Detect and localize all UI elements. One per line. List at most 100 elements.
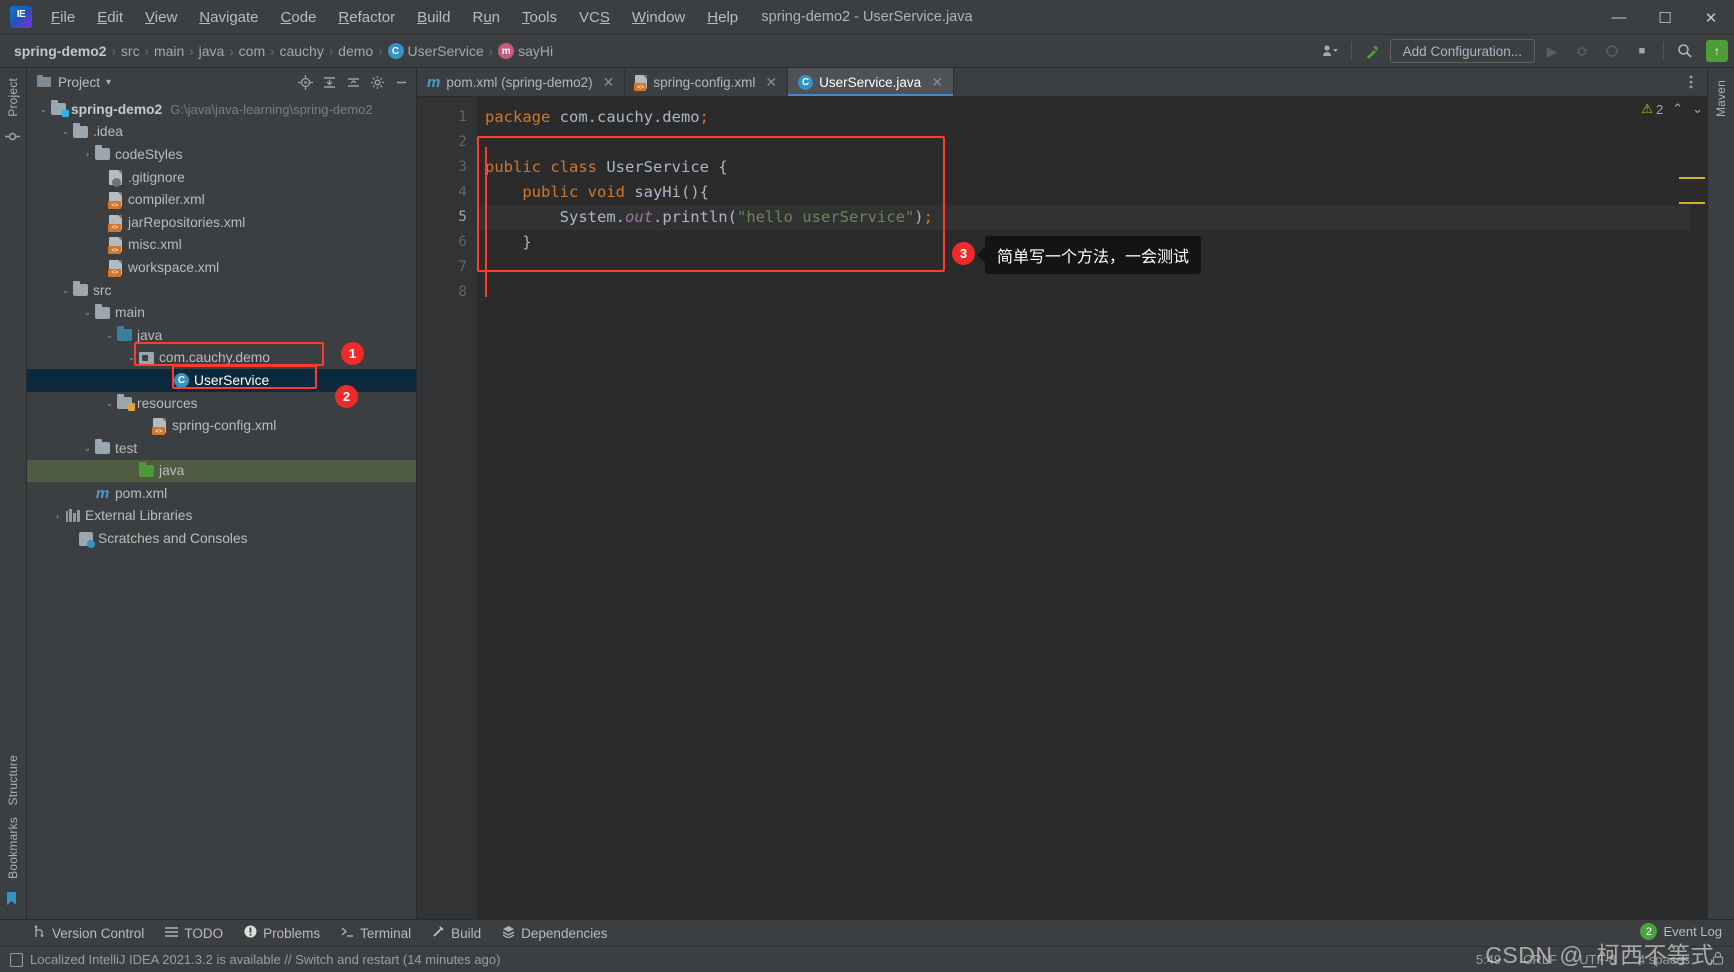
close-icon[interactable]: ✕ — [765, 74, 777, 91]
tree-row-src[interactable]: ⌄ src — [27, 279, 416, 302]
menu-code[interactable]: Code — [270, 5, 328, 30]
hammer-icon[interactable] — [1360, 39, 1386, 63]
close-icon[interactable]: ✕ — [931, 74, 943, 91]
stop-button[interactable]: ■ — [1629, 39, 1655, 63]
commit-icon[interactable] — [5, 129, 21, 145]
status-message-group[interactable]: Localized IntelliJ IDEA 2021.3.2 is avai… — [10, 952, 500, 967]
line-separator[interactable]: CRLF — [1523, 952, 1557, 967]
caret-position[interactable]: 5:49 — [1476, 952, 1501, 967]
breadcrumb-item-main[interactable]: main — [154, 43, 184, 59]
tree-row-spring-config-xml[interactable]: <> spring-config.xml — [27, 414, 416, 437]
rail-item-maven[interactable]: Maven — [1714, 74, 1728, 123]
chevron-down-icon[interactable]: ⌄ — [81, 443, 94, 454]
breadcrumb-item-demo[interactable]: demo — [338, 43, 373, 59]
tool-button-version-control[interactable]: Version Control — [32, 925, 144, 941]
coverage-button[interactable] — [1599, 39, 1625, 63]
update-available-icon[interactable]: ↑ — [1706, 40, 1728, 62]
tab-userservice-java[interactable]: C UserService.java ✕ — [788, 68, 954, 96]
tree-row-pom-xml[interactable]: m pom.xml — [27, 482, 416, 505]
menu-window[interactable]: Window — [621, 5, 696, 30]
breadcrumb-item-src[interactable]: src — [121, 43, 140, 59]
expand-all-icon[interactable] — [321, 74, 338, 91]
menu-file[interactable]: File — [40, 5, 86, 30]
chevron-down-icon[interactable]: ⌄ — [125, 352, 138, 363]
chevron-down-icon[interactable]: ⌄ — [103, 330, 116, 341]
event-log-button[interactable]: 2 Event Log — [1640, 923, 1722, 940]
chevron-down-icon[interactable]: ⌄ — [1692, 101, 1703, 117]
chevron-down-icon[interactable]: ⌄ — [103, 398, 116, 409]
rail-item-bookmarks[interactable]: Bookmarks — [6, 811, 20, 885]
chevron-down-icon[interactable]: ⌄ — [81, 307, 94, 318]
chevron-right-icon[interactable]: › — [81, 149, 94, 159]
status-message[interactable]: Localized IntelliJ IDEA 2021.3.2 is avai… — [30, 952, 500, 967]
tool-button-todo[interactable]: TODO — [164, 926, 223, 941]
warning-marker[interactable] — [1679, 177, 1705, 179]
tree-row-scratches-and-consoles[interactable]: Scratches and Consoles — [27, 527, 416, 550]
tree-row-userservice[interactable]: C UserService — [27, 369, 416, 392]
breadcrumb-item-com[interactable]: com — [239, 43, 265, 59]
editor-viewport[interactable]: 1 2 3 4 5 6 7 8 package com.cauchy.demo;… — [417, 97, 1707, 919]
menu-edit[interactable]: Edit — [86, 5, 134, 30]
lock-icon[interactable] — [1712, 951, 1724, 968]
warning-marker[interactable] — [1679, 202, 1705, 204]
rail-item-project[interactable]: Project — [6, 72, 20, 123]
tab-pom-xml[interactable]: m pom.xml (spring-demo2) ✕ — [417, 68, 626, 96]
tree-row-jarrepositories-xml[interactable]: <> jarRepositories.xml — [27, 211, 416, 234]
run-button[interactable]: ▶ — [1539, 39, 1565, 63]
chevron-down-icon[interactable]: ⌄ — [37, 104, 50, 115]
project-tree[interactable]: ⌄ spring-demo2 G:\java\java-learning\spr… — [27, 97, 416, 919]
chevron-down-icon[interactable]: ▾ — [106, 77, 111, 88]
tool-button-dependencies[interactable]: Dependencies — [501, 925, 607, 941]
tree-row-idea[interactable]: ⌄ .idea — [27, 121, 416, 144]
tab-spring-config-xml[interactable]: <> spring-config.xml ✕ — [625, 68, 789, 96]
tree-row-workspace-xml[interactable]: <> workspace.xml — [27, 256, 416, 279]
tab-options-button[interactable] — [1683, 68, 1707, 96]
tree-row-gitignore[interactable]: .gitignore — [27, 166, 416, 189]
chevron-up-icon[interactable]: ⌃ — [1672, 101, 1683, 117]
menu-navigate[interactable]: Navigate — [188, 5, 269, 30]
tree-row-test[interactable]: ⌄ test — [27, 437, 416, 460]
tree-row-java-test[interactable]: java — [27, 459, 416, 483]
locate-icon[interactable] — [297, 74, 314, 91]
tree-row-compiler-xml[interactable]: <> compiler.xml — [27, 188, 416, 211]
tree-row-misc-xml[interactable]: <> misc.xml — [27, 234, 416, 257]
chevron-right-icon[interactable]: › — [51, 511, 64, 521]
tool-button-terminal[interactable]: Terminal — [340, 926, 411, 941]
breadcrumb-item-java[interactable]: java — [199, 43, 225, 59]
user-dropdown-icon[interactable] — [1317, 39, 1343, 63]
project-panel-title-group[interactable]: Project ▾ — [37, 74, 111, 91]
tree-row-main[interactable]: ⌄ main — [27, 301, 416, 324]
bookmark-icon[interactable] — [5, 891, 21, 907]
menu-refactor[interactable]: Refactor — [327, 5, 406, 30]
menu-vcs[interactable]: VCS — [568, 5, 621, 30]
search-icon[interactable] — [1672, 39, 1698, 63]
tool-button-problems[interactable]: Problems — [243, 925, 320, 941]
menu-run[interactable]: Run — [461, 5, 511, 30]
minimize-button[interactable]: — — [1596, 0, 1642, 35]
gear-icon[interactable] — [369, 74, 386, 91]
collapse-all-icon[interactable] — [345, 74, 362, 91]
hide-panel-icon[interactable] — [393, 74, 410, 91]
breadcrumb-method-sayhi[interactable]: sayHi — [518, 43, 553, 59]
tool-button-build[interactable]: Build — [431, 925, 481, 941]
debug-button[interactable] — [1569, 39, 1595, 63]
add-configuration-button[interactable]: Add Configuration... — [1389, 39, 1535, 63]
code-content[interactable]: package com.cauchy.demo; public class Us… — [477, 97, 1690, 919]
breadcrumb-item-cauchy[interactable]: cauchy — [279, 43, 323, 59]
breadcrumb-class-userservice[interactable]: UserService — [408, 43, 484, 59]
indent-setting[interactable]: 4 spaces — [1638, 952, 1690, 967]
tree-row-spring-demo2[interactable]: ⌄ spring-demo2 G:\java\java-learning\spr… — [27, 98, 416, 121]
close-icon[interactable]: ✕ — [603, 74, 615, 91]
breadcrumb-project[interactable]: spring-demo2 — [14, 43, 107, 59]
editor-markers-bar[interactable]: ⚠ 2 ⌃ ⌄ — [1641, 97, 1707, 919]
tree-row-external-libraries[interactable]: › External Libraries — [27, 505, 416, 528]
tree-row-codestyles[interactable]: › codeStyles — [27, 143, 416, 166]
chevron-down-icon[interactable]: ⌄ — [59, 285, 72, 296]
maximize-button[interactable]: ☐ — [1642, 0, 1688, 35]
menu-tools[interactable]: Tools — [511, 5, 568, 30]
menu-help[interactable]: Help — [696, 5, 749, 30]
rail-item-structure[interactable]: Structure — [6, 749, 20, 812]
inspection-status[interactable]: ⚠ 2 ⌃ ⌄ — [1641, 101, 1703, 117]
file-encoding[interactable]: UTF-8 — [1579, 952, 1616, 967]
close-button[interactable]: ✕ — [1688, 0, 1734, 35]
